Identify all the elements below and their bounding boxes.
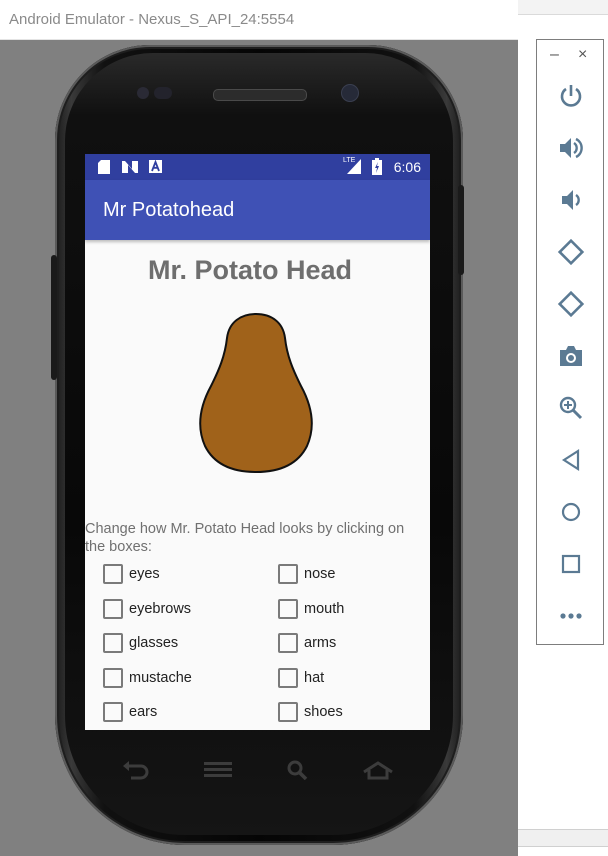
page-title: Mr. Potato Head bbox=[147, 255, 353, 285]
checkbox-box[interactable] bbox=[278, 633, 298, 653]
volume-up-icon bbox=[560, 137, 583, 159]
checkbox-label: eyes bbox=[129, 566, 160, 582]
volume-up-button[interactable] bbox=[537, 132, 605, 164]
checkbox-label: mustache bbox=[129, 670, 192, 686]
signal-icon bbox=[347, 159, 361, 174]
volume-rocker[interactable] bbox=[51, 255, 57, 380]
app-bar: Mr Potatohead bbox=[85, 180, 430, 240]
checkbox-box[interactable] bbox=[278, 668, 298, 688]
window-title: Android Emulator - Nexus_S_API_24:5554 bbox=[9, 11, 295, 28]
checkbox-box[interactable] bbox=[103, 564, 123, 584]
checkbox-label: shoes bbox=[304, 704, 343, 720]
a-notification-icon bbox=[149, 160, 162, 173]
checkbox-box[interactable] bbox=[278, 702, 298, 722]
volume-down-icon bbox=[562, 190, 580, 210]
minimize-icon[interactable]: – bbox=[550, 46, 559, 64]
checkbox-label: glasses bbox=[129, 635, 179, 651]
checkbox-label: nose bbox=[304, 566, 336, 582]
checkbox-box[interactable] bbox=[278, 599, 298, 619]
checkbox-label: hat bbox=[304, 670, 325, 686]
volume-down-button[interactable] bbox=[537, 184, 605, 216]
menu-key-icon[interactable] bbox=[204, 760, 232, 780]
app-title: Mr Potatohead bbox=[103, 199, 235, 221]
zoom-button[interactable] bbox=[537, 392, 605, 424]
home-key-icon[interactable] bbox=[362, 760, 394, 780]
n-notification-icon bbox=[122, 161, 138, 173]
search-key-icon[interactable] bbox=[287, 760, 309, 780]
status-time: 6:06 bbox=[393, 159, 421, 175]
camera-icon bbox=[560, 346, 582, 366]
potato-body-image bbox=[199, 312, 313, 474]
more-button[interactable] bbox=[537, 600, 605, 632]
background-window-strip bbox=[518, 0, 608, 15]
overview-icon bbox=[561, 554, 581, 574]
zoom-icon bbox=[559, 396, 583, 420]
battery-icon bbox=[372, 158, 382, 175]
power-icon bbox=[560, 85, 582, 107]
background-window-scrollbar bbox=[518, 829, 608, 847]
emulator-titlebar[interactable]: Android Emulator - Nexus_S_API_24:5554 bbox=[0, 0, 518, 40]
checkbox-label: mouth bbox=[304, 601, 345, 617]
power-button[interactable] bbox=[537, 80, 605, 112]
light-sensor bbox=[154, 87, 172, 99]
back-icon bbox=[561, 448, 580, 472]
checkbox-box[interactable] bbox=[103, 599, 123, 619]
instructions-text: Change how Mr. Potato Head looks by clic… bbox=[85, 521, 405, 555]
rotate-left-icon bbox=[557, 238, 585, 266]
emulator-window: Android Emulator - Nexus_S_API_24:5554 L… bbox=[0, 0, 518, 856]
checkbox-label: ears bbox=[129, 704, 158, 720]
checkbox-box[interactable] bbox=[103, 668, 123, 688]
rotate-right-icon bbox=[557, 290, 585, 318]
checkbox-box[interactable] bbox=[278, 564, 298, 584]
device-screen[interactable]: LTE 6:06 Mr Potatohead Mr. Potato Head C… bbox=[85, 154, 430, 730]
home-button[interactable] bbox=[537, 496, 605, 528]
home-icon bbox=[561, 502, 581, 522]
sd-card-icon bbox=[98, 160, 110, 174]
emulator-controls-panel: – × bbox=[536, 39, 604, 645]
rotate-left-button[interactable] bbox=[537, 236, 605, 268]
more-icon bbox=[560, 613, 582, 619]
front-camera bbox=[341, 84, 359, 102]
back-button[interactable] bbox=[537, 444, 605, 476]
earpiece-speaker bbox=[213, 89, 307, 101]
power-key[interactable] bbox=[458, 185, 464, 275]
rotate-right-button[interactable] bbox=[537, 288, 605, 320]
checkbox-label: eyebrows bbox=[129, 601, 192, 617]
checkbox-box[interactable] bbox=[103, 702, 123, 722]
close-icon[interactable]: × bbox=[578, 46, 587, 64]
checkbox-box[interactable] bbox=[103, 633, 123, 653]
back-key-icon[interactable] bbox=[123, 760, 149, 780]
status-bar: LTE 6:06 bbox=[85, 154, 430, 180]
checkbox-label: arms bbox=[304, 635, 337, 651]
screenshot-button[interactable] bbox=[537, 340, 605, 372]
proximity-sensor bbox=[137, 87, 149, 99]
overview-button[interactable] bbox=[537, 548, 605, 580]
